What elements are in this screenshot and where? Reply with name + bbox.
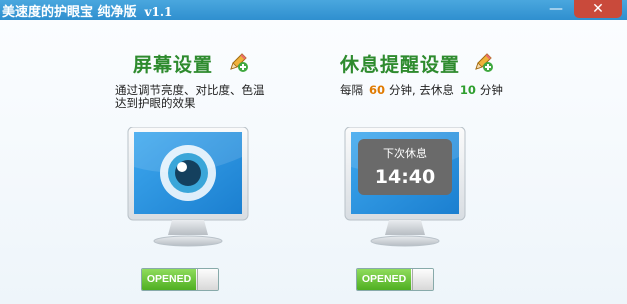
main-panel	[0, 20, 627, 304]
app-version: v1.1	[144, 5, 173, 19]
window-title: 美速度的护眼宝 纯净版 v1.1	[2, 1, 172, 20]
rest-desc-prefix: 每隔	[340, 83, 363, 97]
rest-duration-value[interactable]: 10	[460, 83, 476, 97]
close-button[interactable]: ✕	[574, 0, 622, 18]
next-rest-time: 14:40	[374, 166, 436, 188]
screen-toggle-knob[interactable]	[197, 269, 218, 290]
rest-toggle-knob[interactable]	[412, 269, 433, 290]
rest-desc-middle: 分钟, 去休息	[389, 83, 454, 97]
rest-reminder-title: 休息提醒设置	[340, 54, 461, 76]
pencil-plus-icon[interactable]	[472, 51, 494, 73]
next-rest-label: 下次休息	[383, 147, 427, 160]
rest-desc-suffix: 分钟	[479, 83, 503, 97]
minimize-button[interactable]: —	[542, 0, 570, 18]
pencil-plus-icon[interactable]	[227, 51, 249, 73]
screen-settings-toggle[interactable]: OPENED	[141, 268, 219, 291]
rest-reminder-description: 每隔 60 分钟, 去休息 10 分钟	[340, 84, 503, 97]
rest-reminder-toggle[interactable]: OPENED	[356, 268, 434, 291]
screen-settings-monitor[interactable]	[126, 127, 250, 251]
screen-settings-title: 屏幕设置	[133, 54, 214, 76]
rest-toggle-label: OPENED	[357, 269, 411, 290]
screen-toggle-label: OPENED	[142, 269, 196, 290]
title-bar[interactable]: 美速度的护眼宝 纯净版 v1.1 — ✕	[0, 0, 627, 20]
rest-interval-value[interactable]: 60	[369, 83, 385, 97]
screen-settings-description: 通过调节亮度、对比度、色温 达到护眼的效果	[115, 84, 265, 110]
app-name: 美速度的护眼宝 纯净版	[2, 5, 137, 20]
next-rest-panel: 下次休息 14:40	[358, 139, 452, 195]
eye-icon	[160, 145, 216, 201]
screen-desc-line2: 达到护眼的效果	[115, 96, 196, 110]
